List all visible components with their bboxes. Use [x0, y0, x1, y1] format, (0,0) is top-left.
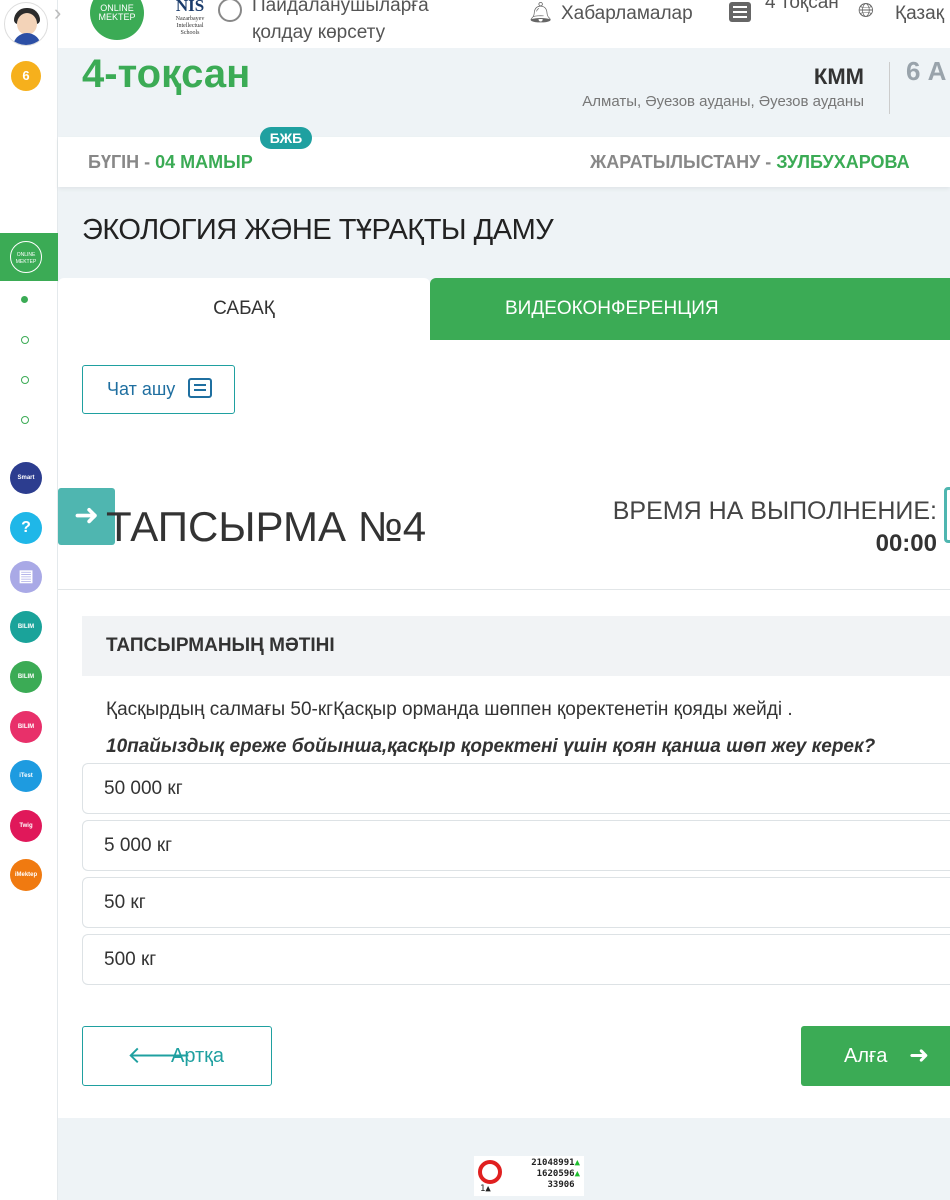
- rail-app-imektep-icon[interactable]: iMektep: [10, 859, 42, 891]
- globe-icon[interactable]: 🌐︎: [858, 0, 882, 24]
- counter-one: 1▲: [480, 1184, 491, 1194]
- rail-app-bilim-land-icon[interactable]: BILIM Land: [10, 661, 42, 712]
- class-label: 6 А: [906, 56, 947, 86]
- avatar[interactable]: [4, 2, 48, 46]
- rail-step-dot-4[interactable]: [21, 416, 29, 424]
- rail-app-bilim-shop-icon[interactable]: BILIM SHOP: [10, 711, 42, 762]
- counter-line: 33906: [547, 1180, 575, 1190]
- divider: [889, 62, 890, 114]
- arrow-left-icon: 🡐: [127, 1042, 192, 1069]
- open-chat-label: Чат ашу: [107, 379, 176, 399]
- support-agent-icon[interactable]: [218, 0, 242, 22]
- time-label: ВРЕМЯ НА ВЫПОЛНЕНИЕ:: [612, 497, 937, 525]
- support-link[interactable]: Пайдаланушыларға қолдау көрсету: [252, 0, 462, 46]
- top-header: › ONLINE MEKTEP NIS Nazarbayev Intellect…: [54, 0, 950, 48]
- answer-option[interactable]: 50 кг: [82, 877, 950, 928]
- school-name: КММ: [813, 64, 864, 89]
- answer-option[interactable]: 500 кг: [82, 934, 950, 985]
- bell-icon[interactable]: 🔔︎: [528, 0, 553, 24]
- arrow-right-icon: ➜: [909, 1042, 930, 1069]
- rail-app-news-icon[interactable]: ▤: [10, 561, 42, 593]
- question-text: Қасқырдың салмағы 50-кгҚасқыр орманда шө…: [106, 699, 793, 720]
- quarter-selector[interactable]: 4 тоқсан: [765, 0, 845, 16]
- counter-ring-icon: [478, 1160, 502, 1184]
- answer-option[interactable]: 50 000 кг: [82, 763, 950, 814]
- rail-app-smart-nation-icon[interactable]: Smart Nation: [10, 462, 42, 513]
- answer-option[interactable]: 5 000 кг: [82, 820, 950, 871]
- visitor-counter: 1▲ 21048991▲ 1620596▲ 33906: [474, 1156, 584, 1196]
- open-chat-button[interactable]: Чат ашу: [82, 365, 235, 414]
- lesson-content: Чат ашу ➜ ТАПСЫРМА №4 ВРЕМЯ НА ВЫПОЛНЕНИ…: [58, 340, 950, 1118]
- timer-tab[interactable]: [944, 487, 950, 543]
- lesson-title: ЭКОЛОГИЯ ЖӘНЕ ТҰРАҚТЫ ДАМУ: [82, 214, 554, 246]
- chat-icon: [188, 378, 212, 398]
- rail-logo-text: ONLINE MEKTEP: [10, 241, 42, 273]
- language-selector[interactable]: Қазақ: [895, 3, 944, 25]
- task-text-header: ТАПСЫРМАНЫҢ МӘТІНІ: [82, 616, 950, 676]
- left-rail: 6 ONLINE MEKTEP Smart Nation? ▤ BILIM CENT…: [0, 0, 58, 1200]
- rail-step-dot-2[interactable]: [21, 336, 29, 344]
- hero: 4-тоқсан КММ Алматы, Әуезов ауданы, Әуез…: [58, 48, 950, 136]
- next-button[interactable]: Алға ➜: [801, 1026, 950, 1086]
- list-icon[interactable]: [729, 2, 751, 22]
- time-value: 00:00: [875, 530, 937, 557]
- next-label: Алға: [844, 1045, 888, 1067]
- counter-line: 1620596▲: [536, 1169, 580, 1179]
- teacher-name: ЗУЛБУХАРОВА: [776, 152, 910, 172]
- school-address: Алматы, Әуезов ауданы, Әуезов ауданы: [582, 93, 864, 110]
- task-title: ТАПСЫРМА №4: [106, 503, 427, 550]
- subject-teacher: ЖАРАТЫЛЫСТАНУ - ЗУЛБУХАРОВА: [590, 152, 910, 173]
- today-date: БҮГІН - 04 МАМЫР: [88, 152, 253, 173]
- counter-values: 21048991▲ 1620596▲ 33906: [516, 1158, 580, 1191]
- tab-lesson[interactable]: САБАҚ: [58, 278, 430, 340]
- subject-name: ЖАРАТЫЛЫСТАНУ -: [590, 152, 777, 172]
- tab-videoconference[interactable]: ВИДЕОКОНФЕРЕНЦИЯ: [430, 278, 950, 340]
- quarter-heading: 4-тоқсан: [82, 52, 251, 96]
- rail-step-dot-3[interactable]: [21, 376, 29, 384]
- notification-count-badge[interactable]: 6: [11, 61, 41, 91]
- counter-line: 21048991▲: [531, 1158, 580, 1168]
- back-button[interactable]: 🡐 Артқа: [82, 1026, 272, 1086]
- rail-app-bilim-center-icon[interactable]: BILIM CENTER: [10, 611, 42, 662]
- today-value: 04 МАМЫР: [155, 152, 253, 172]
- rail-online-mektep-logo[interactable]: ONLINE MEKTEP: [0, 233, 58, 281]
- rail-app-help-icon[interactable]: ?: [10, 512, 42, 544]
- online-mektep-logo[interactable]: ONLINE MEKTEP: [90, 0, 144, 40]
- rail-app-twig-icon[interactable]: Twig: [10, 810, 42, 842]
- nis-logo[interactable]: NIS Nazarbayev Intellectual Schools: [168, 0, 212, 42]
- date-bar: БҮГІН - 04 МАМЫР БЖБ ЖАРАТЫЛЫСТАНУ - ЗУЛ…: [58, 127, 950, 187]
- notifications-link[interactable]: Хабарламалар: [561, 3, 693, 25]
- today-label: БҮГІН -: [88, 152, 156, 172]
- question-bold-text: 10пайыздық ереже бойынша,қасқыр қоректен…: [106, 736, 876, 757]
- rail-step-dot-1[interactable]: [21, 296, 28, 303]
- divider: [58, 589, 950, 590]
- bjb-badge: БЖБ: [260, 127, 312, 149]
- nis-logo-small: Nazarbayev Intellectual Schools: [175, 16, 205, 36]
- nis-logo-big: NIS: [175, 0, 205, 15]
- rail-app-itest-icon[interactable]: iTest: [10, 760, 42, 792]
- chevron-right-icon[interactable]: ›: [54, 0, 82, 30]
